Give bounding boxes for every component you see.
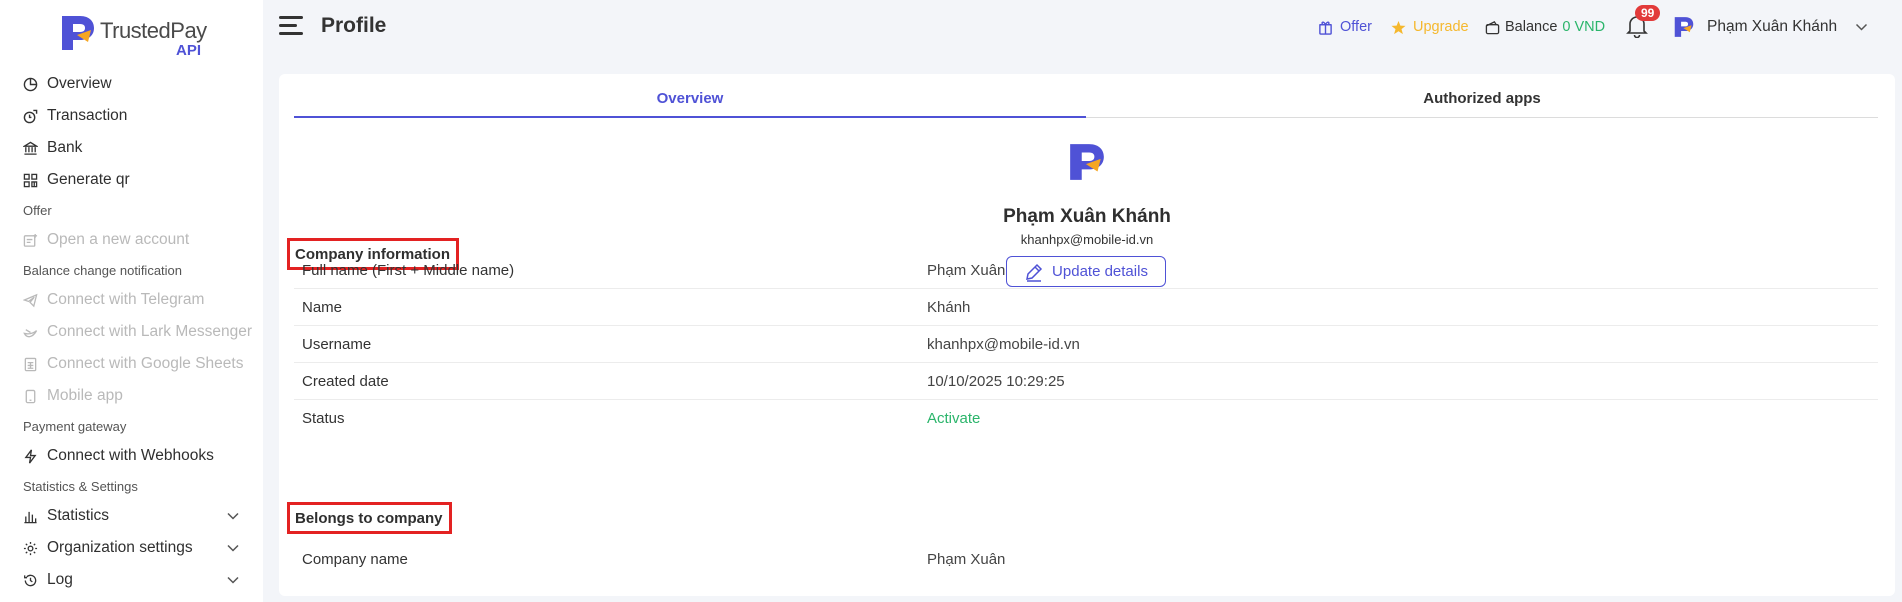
status-value: Activate (927, 410, 981, 427)
row-label: Name (302, 298, 343, 316)
sidebar-item-label: Organization settings (47, 539, 193, 556)
mobile-icon (22, 388, 38, 404)
sidebar-item-generate-qr[interactable]: Generate qr (0, 164, 263, 196)
telegram-icon (22, 292, 38, 308)
table-row: Status Activate (294, 400, 1878, 437)
table-row: Company name Phạm Xuân (294, 541, 1878, 578)
tab-authorized-apps[interactable]: Authorized apps (1086, 88, 1878, 117)
chevron-down-icon (1855, 19, 1868, 35)
row-value: Phạm Xuân (927, 551, 1006, 568)
sidebar-item-label: Open a new account (47, 231, 190, 248)
brand-logo[interactable]: TrustedPay API (60, 10, 210, 60)
page-title: Profile (321, 14, 387, 37)
sidebar: TrustedPay API Overview Transaction Bank… (0, 0, 263, 602)
new-account-icon (22, 232, 38, 248)
sidebar-item-transaction[interactable]: Transaction (0, 100, 263, 132)
brand-sub: API (176, 42, 202, 59)
sidebar-item-statistics[interactable]: Statistics (0, 500, 263, 532)
row-label: Company name (302, 551, 408, 568)
sidebar-item-label: Connect with Google Sheets (47, 355, 244, 372)
row-label: Full name (First + Middle name) (302, 261, 515, 279)
table-row: Username khanhpx@mobile-id.vn (294, 326, 1878, 363)
section-statistics-settings: Statistics & Settings (23, 479, 138, 494)
offer-label: Offer (1340, 19, 1372, 35)
wallet-icon (1485, 20, 1500, 35)
sheets-icon (22, 356, 38, 372)
bolt-icon (22, 448, 38, 464)
row-value: Phạm Xuân (927, 261, 1006, 279)
chevron-down-icon (227, 571, 239, 589)
sidebar-nav: Overview Transaction Bank Generate qr Of… (0, 68, 263, 596)
transaction-icon (22, 108, 38, 124)
row-label: Username (302, 335, 372, 353)
sidebar-item-label: Overview (47, 75, 112, 92)
sidebar-item-telegram[interactable]: Connect with Telegram (0, 284, 263, 316)
sidebar-item-log[interactable]: Log (0, 564, 263, 596)
sidebar-item-label: Statistics (47, 507, 110, 524)
row-value: Khánh (927, 298, 971, 316)
sidebar-item-open-account[interactable]: Open a new account (0, 224, 263, 256)
section-payment-gateway: Payment gateway (23, 419, 127, 434)
row-value: 10/10/2025 10:29:25 (927, 372, 1065, 390)
profile-email: khanhpx@mobile-id.vn (1020, 232, 1154, 247)
balance-value: 0 VND (1562, 19, 1606, 35)
sidebar-item-mobile-app[interactable]: Mobile app (0, 380, 263, 412)
balance-display[interactable]: Balance 0 VND (1485, 0, 1605, 54)
profile-tabs: Overview Authorized apps (294, 88, 1878, 118)
sidebar-item-overview[interactable]: Overview (0, 68, 263, 100)
chevron-down-icon (227, 507, 239, 525)
sidebar-item-label: Bank (47, 139, 83, 156)
sidebar-item-label: Connect with Webhooks (47, 447, 214, 464)
sidebar-item-google-sheets[interactable]: Connect with Google Sheets (0, 348, 263, 380)
gear-icon (22, 540, 38, 556)
section-belongs-to-company: Belongs to company (287, 502, 452, 534)
sidebar-item-organization-settings[interactable]: Organization settings (0, 532, 263, 564)
brand-name: TrustedPay (100, 18, 207, 43)
upgrade-label: Upgrade (1413, 19, 1469, 35)
lark-icon (22, 324, 38, 340)
user-name: Phạm Xuân Khánh (1707, 18, 1838, 35)
notification-badge: 99 (1635, 5, 1661, 21)
table-row: Name Khánh (294, 289, 1878, 326)
section-offer: Offer (23, 203, 52, 218)
profile-card: Overview Authorized apps Phạm Xuân Khánh… (279, 74, 1895, 596)
sidebar-item-label: Transaction (47, 107, 128, 124)
profile-name: Phạm Xuân Khánh (1003, 206, 1171, 227)
sidebar-item-bank[interactable]: Bank (0, 132, 263, 164)
gift-icon (1318, 20, 1333, 35)
top-header: Profile Offer Upgrade Balance 0 VND 99 P… (263, 0, 1902, 54)
bank-icon (22, 140, 38, 156)
offer-link[interactable]: Offer (1318, 0, 1372, 54)
chart-pie-icon (22, 76, 38, 92)
sidebar-item-label: Log (47, 571, 73, 588)
section-balance-notification: Balance change notification (23, 263, 183, 278)
upgrade-link[interactable]: Upgrade (1391, 0, 1469, 54)
tab-overview[interactable]: Overview (294, 88, 1086, 118)
sidebar-item-lark[interactable]: Connect with Lark Messenger (0, 316, 263, 348)
row-value: khanhpx@mobile-id.vn (927, 335, 1080, 353)
trustedpay-logo-icon (62, 16, 94, 50)
row-label: Status (302, 410, 345, 427)
qr-icon (22, 172, 38, 188)
profile-avatar-logo-icon (1070, 144, 1104, 180)
sidebar-item-webhooks[interactable]: Connect with Webhooks (0, 440, 263, 472)
history-icon (22, 572, 38, 588)
star-icon (1391, 20, 1406, 35)
chevron-down-icon (227, 539, 239, 557)
row-label: Created date (302, 372, 389, 390)
table-row: Created date 10/10/2025 10:29:25 (294, 363, 1878, 400)
table-row: Full name (First + Middle name) Phạm Xuâ… (294, 252, 1878, 289)
balance-label: Balance (1505, 19, 1558, 35)
user-menu[interactable]: Phạm Xuân Khánh (1673, 0, 1868, 54)
menu-toggle-icon[interactable] (279, 16, 303, 36)
sidebar-item-label: Connect with Lark Messenger (47, 323, 253, 340)
sidebar-item-label: Generate qr (47, 171, 130, 188)
sidebar-item-label: Mobile app (47, 387, 123, 404)
sidebar-item-label: Connect with Telegram (47, 291, 205, 308)
user-avatar-logo-icon (1674, 17, 1694, 37)
bar-chart-icon (22, 508, 38, 524)
